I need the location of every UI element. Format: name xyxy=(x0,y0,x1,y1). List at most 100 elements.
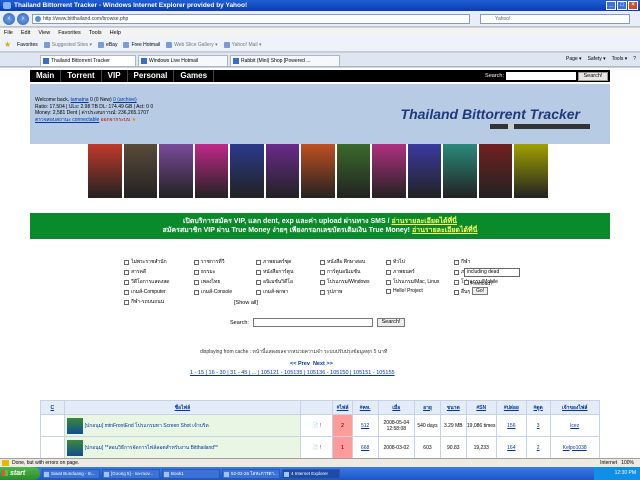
minimize-button[interactable]: _ xyxy=(606,1,616,10)
media-player[interactable] xyxy=(490,123,590,130)
torrent-search-input[interactable] xyxy=(252,318,373,327)
torrent-icons[interactable]: 📄 ! xyxy=(300,436,334,458)
nav-torrent[interactable]: Torrent xyxy=(61,70,102,82)
menu-help[interactable]: Help xyxy=(110,28,121,38)
banner-image[interactable] xyxy=(159,144,193,198)
checkbox[interactable] xyxy=(256,279,261,285)
checkbox[interactable] xyxy=(454,289,459,295)
banner-image[interactable] xyxy=(514,144,548,198)
col-age[interactable]: อายุ xyxy=(414,400,441,415)
banner-image[interactable] xyxy=(372,144,406,198)
taskbar-item-ie[interactable]: 4 Internet Explorer xyxy=(282,468,340,479)
next-link[interactable]: Next >> xyxy=(313,361,333,367)
checkbox[interactable] xyxy=(194,259,199,265)
col-size[interactable]: ขนาด xyxy=(439,400,467,415)
checkbox[interactable] xyxy=(124,269,129,275)
tools-menu[interactable]: Tools ▾ xyxy=(612,56,628,62)
connectable-link[interactable]: ตรวจสอบสถานะ connectable xyxy=(35,117,99,123)
banner-image[interactable] xyxy=(194,144,229,198)
category-checkbox-item[interactable]: สารคดี xyxy=(124,268,146,276)
fav-web-slice[interactable]: Web Slice Gallery ▾ xyxy=(166,41,218,48)
torrent-name-link[interactable]: [ปกอนุม] mtnFrontEnd โปรแกรมทา Screen Sh… xyxy=(63,414,302,437)
torrent-icons[interactable]: 📄 ! xyxy=(300,414,334,437)
checkbox[interactable] xyxy=(454,269,459,275)
player-slider-knob[interactable] xyxy=(508,123,514,130)
taskbar-item-document[interactable]: 52-02-26 โลหะการตา... xyxy=(222,468,280,479)
start-button[interactable]: start xyxy=(0,467,40,480)
col-filename[interactable]: ชื่อไฟล์ xyxy=(63,400,302,415)
torrent-search-button[interactable]: Search! xyxy=(376,318,405,327)
col-seeders[interactable]: #ปล่อย xyxy=(495,400,527,415)
menu-view[interactable]: View xyxy=(38,28,50,38)
banner-image[interactable] xyxy=(230,144,264,198)
tab-rabbit-shop[interactable]: Rabbit (Mini) Shop [Powered ... xyxy=(230,55,340,66)
table-row[interactable]: [ปกอนุม] mtnFrontEnd โปรแกรมทา Screen Sh… xyxy=(40,414,600,437)
col-snatched[interactable]: #SN xyxy=(465,400,497,415)
promo-link-1[interactable]: อ่านรายละเอียดได้ที่นี่ xyxy=(391,218,456,225)
category-checkbox-item[interactable]: โปรแกรม/Windows xyxy=(320,278,369,286)
nav-personal[interactable]: Personal xyxy=(128,70,175,82)
category-checkbox-item[interactable]: การ์ตูนอนิเมชั่น xyxy=(320,268,360,276)
checkbox[interactable] xyxy=(320,289,325,295)
col-files[interactable]: #ไฟล์ xyxy=(332,400,353,415)
clock[interactable]: 12:30 PM xyxy=(615,470,636,476)
table-row[interactable]: [ปกอนุม] **สอนวิธีการจัดการไฟล์ลอตสำหรับ… xyxy=(40,436,600,458)
category-checkbox-item[interactable]: กีฬา xyxy=(454,258,470,266)
category-checkbox-item[interactable]: รูปภาพ xyxy=(320,288,342,296)
prev-link[interactable]: << Prev xyxy=(290,361,310,367)
category-checkbox-item[interactable]: เกมส์-Console xyxy=(194,288,232,296)
browser-search-input[interactable]: Yahoo! xyxy=(480,14,630,24)
category-checkbox-item[interactable]: เกมส์-Computer xyxy=(124,288,166,296)
page-menu[interactable]: Page ▾ xyxy=(566,56,582,62)
checkbox[interactable] xyxy=(256,259,261,265)
checkbox[interactable] xyxy=(124,299,129,305)
checkbox[interactable] xyxy=(194,269,199,275)
menu-edit[interactable]: Edit xyxy=(21,28,30,38)
favorites-button[interactable]: Favorites xyxy=(17,42,38,48)
menu-tools[interactable]: Tools xyxy=(89,28,102,38)
menu-favorites[interactable]: Favorites xyxy=(58,28,81,38)
taskbar-item-outlook[interactable]: Siwat Bunduang - In... xyxy=(42,468,100,479)
category-checkbox-item[interactable]: อนิเมชั่นวิดีโอ xyxy=(256,278,293,286)
category-checkbox-item[interactable]: กีฬา-รถบนถนน xyxy=(124,298,164,306)
col-comments[interactable]: #คห. xyxy=(351,400,379,415)
nav-vip[interactable]: VIP xyxy=(102,70,128,82)
site-search-input[interactable] xyxy=(506,72,576,80)
pager-pages[interactable]: 1 - 15 | 16 - 30 | 31 - 45 | ... | 10512… xyxy=(190,370,395,376)
checkbox[interactable] xyxy=(194,279,199,285)
menu-file[interactable]: File xyxy=(4,28,13,38)
back-button[interactable]: ‹ xyxy=(3,13,15,25)
safety-menu[interactable]: Safety ▾ xyxy=(588,56,606,62)
col-uploader[interactable]: เจ้าของไฟล์ xyxy=(549,400,600,415)
banner-image[interactable] xyxy=(123,144,158,198)
category-checkbox-item[interactable]: ภาพยนตร์ชุด xyxy=(256,258,291,266)
checkbox[interactable] xyxy=(386,279,391,285)
nav-games[interactable]: Games xyxy=(174,70,215,82)
category-checkbox-item[interactable]: เพลงไทย xyxy=(194,278,220,286)
maximize-button[interactable]: □ xyxy=(617,1,627,10)
category-checkbox-item[interactable]: โปรแกรม/Mac, Linux xyxy=(386,278,439,286)
help-button[interactable]: ? xyxy=(633,56,636,62)
checkbox[interactable] xyxy=(320,279,325,285)
checkbox[interactable] xyxy=(194,289,199,295)
address-bar[interactable]: http://www.bitthailand.com/browse.php xyxy=(32,14,470,24)
fav-free-hotmail[interactable]: Free Hotmail xyxy=(123,41,160,48)
banner-image[interactable] xyxy=(301,144,335,198)
zoom-level[interactable]: 100% xyxy=(621,460,634,466)
category-checkbox-item[interactable]: หนังสือ ศึกษาสอบ xyxy=(320,258,365,266)
category-checkbox-item[interactable]: ทั่วไป xyxy=(386,258,405,266)
checkbox[interactable] xyxy=(454,279,459,285)
fav-yahoo-mail[interactable]: Yahoo! Mail ▾ xyxy=(223,41,262,48)
torrent-name-link[interactable]: [ปกอนุม] **สอนวิธีการจัดการไฟล์ลอตสำหรับ… xyxy=(63,436,302,458)
col-leechers[interactable]: #ดูด xyxy=(525,400,551,415)
freeload-checkbox[interactable] xyxy=(464,280,469,285)
banner-image[interactable] xyxy=(265,144,300,198)
checkbox[interactable] xyxy=(320,269,325,275)
banner-image[interactable] xyxy=(407,144,442,198)
banner-image[interactable] xyxy=(336,144,371,198)
go-button[interactable]: Go! xyxy=(472,287,488,295)
tab-thailand-bittorrent[interactable]: Thailand Bittorrent Tracker xyxy=(40,55,136,66)
col-added[interactable]: เมื่อ xyxy=(377,400,416,415)
banner-image[interactable] xyxy=(478,144,513,198)
category-checkbox-item[interactable]: Hello! Project xyxy=(386,288,423,294)
